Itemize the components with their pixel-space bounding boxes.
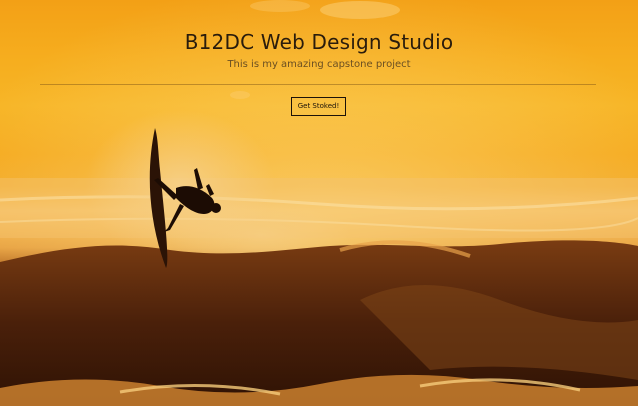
page-subtitle: This is my amazing capstone project [227, 59, 411, 70]
divider [40, 84, 596, 85]
hero-section: B12DC Web Design Studio This is my amazi… [0, 0, 638, 406]
get-stoked-button[interactable]: Get Stoked! [291, 97, 346, 116]
page-title: B12DC Web Design Studio [184, 30, 454, 54]
